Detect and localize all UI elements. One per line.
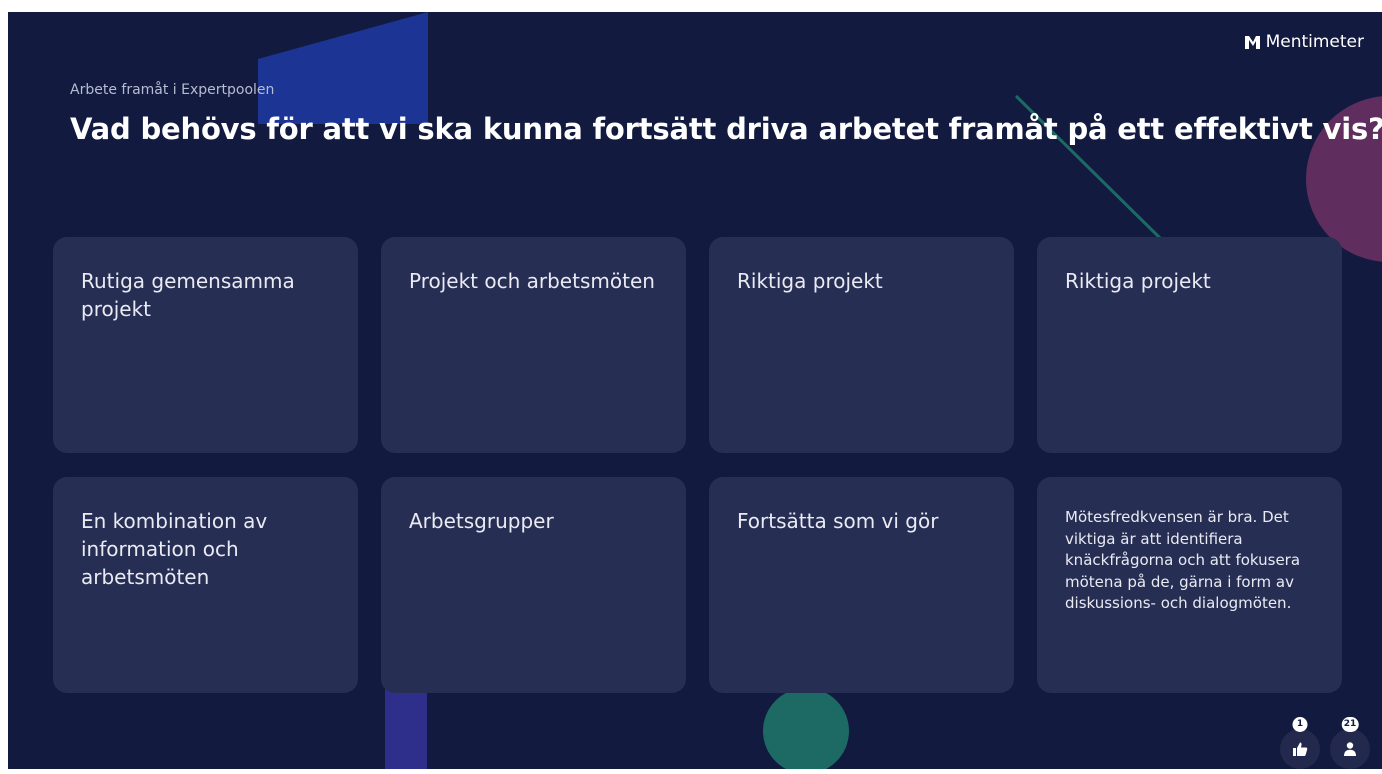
response-text: Arbetsgrupper (409, 509, 554, 533)
participants-button[interactable]: 21 (1330, 717, 1370, 769)
mentimeter-brand: Mentimeter (1244, 32, 1364, 52)
decorative-blue-shape (258, 12, 428, 124)
thumbs-up-icon (1293, 742, 1308, 756)
response-card: En kombination av information och arbets… (53, 477, 358, 693)
response-text: Projekt och arbetsmöten (409, 269, 655, 293)
response-text: Riktiga projekt (1065, 269, 1211, 293)
response-card: Fortsätta som vi gör (709, 477, 1014, 693)
decorative-teal-circle (763, 688, 849, 769)
response-card: Riktiga projekt (709, 237, 1014, 453)
responses-grid: Rutiga gemensamma projekt Projekt och ar… (53, 237, 1344, 693)
response-card: Rutiga gemensamma projekt (53, 237, 358, 453)
response-text: Rutiga gemensamma projekt (81, 269, 295, 321)
response-card: Riktiga projekt (1037, 237, 1342, 453)
participants-count-badge: 21 (1341, 717, 1359, 732)
mentimeter-logo-icon (1244, 35, 1260, 49)
response-text: Mötesfredkvensen är bra. Det viktiga är … (1065, 508, 1301, 612)
response-text: En kombination av information och arbets… (81, 509, 268, 589)
response-card: Arbetsgrupper (381, 477, 686, 693)
response-text: Riktiga projekt (737, 269, 883, 293)
brand-name: Mentimeter (1265, 32, 1364, 52)
response-card: Mötesfredkvensen är bra. Det viktiga är … (1037, 477, 1342, 693)
reactions-count-badge: 1 (1292, 717, 1308, 732)
response-text: Fortsätta som vi gör (737, 509, 939, 533)
question-title: Vad behövs för att vi ska kunna fortsätt… (70, 112, 1382, 146)
person-icon (1344, 742, 1356, 756)
slide-subtitle: Arbete framåt i Expertpoolen (70, 82, 275, 98)
audience-stats: 1 21 (1280, 717, 1370, 769)
reactions-button[interactable]: 1 (1280, 717, 1320, 769)
decorative-purple-bar (385, 684, 427, 769)
presentation-slide: Mentimeter Arbete framåt i Expertpoolen … (8, 12, 1382, 769)
response-card: Projekt och arbetsmöten (381, 237, 686, 453)
